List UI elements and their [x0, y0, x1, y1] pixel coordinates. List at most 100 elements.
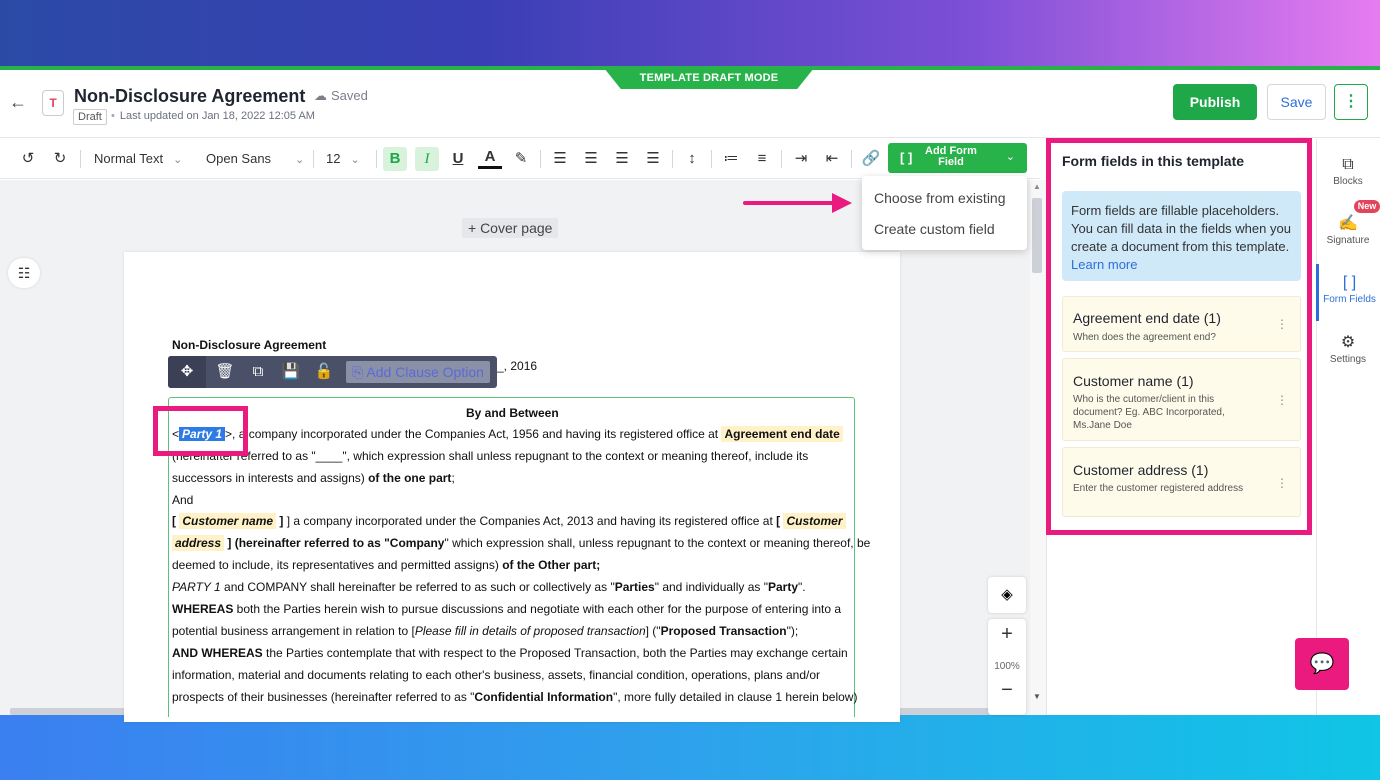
trash-icon[interactable]: 🗑: [214, 362, 236, 382]
rail-item-form-fields[interactable]: [ ] Form Fields: [1316, 264, 1380, 321]
by-and-between-heading: By and Between: [466, 406, 559, 420]
bottom-decorative-band: [0, 715, 1380, 780]
zoom-out-icon[interactable]: −: [988, 679, 1026, 702]
font-size-select[interactable]: 12 ⌄: [326, 147, 360, 171]
unlock-icon[interactable]: 🔓: [313, 362, 335, 382]
text-segment: ", more fully detailed in clause 1 herei…: [613, 690, 858, 704]
rail-item-blocks[interactable]: ⧉ Blocks: [1316, 156, 1380, 187]
text-segment: Proposed Transaction: [660, 624, 787, 638]
customer-name-field-chip[interactable]: Customer name: [179, 513, 277, 529]
back-arrow-icon[interactable]: ←: [8, 92, 28, 112]
text-segment: ;: [451, 471, 455, 485]
more-options-icon[interactable]: ⋮: [1334, 84, 1368, 120]
chat-support-icon[interactable]: 💬: [1295, 638, 1349, 690]
add-form-field-button[interactable]: [ ] Add Form Field ⌄: [888, 143, 1027, 173]
indent-decrease-icon[interactable]: ⇤: [820, 147, 844, 171]
underline-icon[interactable]: U: [446, 147, 470, 171]
template-doc-icon: T: [42, 90, 64, 116]
brackets-icon: [ ]: [900, 150, 913, 165]
text-segment: Parties: [614, 580, 655, 594]
document-heading: Non-Disclosure Agreement: [172, 338, 327, 352]
doc-line: (hereinafter referred to as "____", whic…: [172, 449, 809, 463]
numbered-list-icon[interactable]: ≡: [750, 147, 774, 171]
paint-format-icon[interactable]: ◈: [988, 577, 1026, 613]
redo-icon[interactable]: ↻: [48, 147, 72, 171]
menu-item-create-custom[interactable]: Create custom field: [874, 221, 995, 237]
cloud-check-icon: ☁: [314, 88, 327, 103]
font-family-value: Open Sans: [206, 151, 272, 166]
zoom-box: + 100% −: [988, 619, 1026, 715]
annotation-arrow-head: [832, 193, 852, 213]
text-segment: ] (hereinafter referred to as ": [224, 536, 390, 550]
text-segment: Confidential Information: [474, 690, 614, 704]
zoom-in-icon[interactable]: +: [988, 623, 1026, 646]
text-segment: deemed to include, its representatives a…: [172, 558, 503, 572]
document-title[interactable]: Non-Disclosure Agreement: [74, 86, 305, 107]
toolbar-divider: [376, 150, 377, 168]
text-segment: prospects of their businesses (hereinaft…: [172, 690, 475, 704]
duplicate-icon[interactable]: ⧉: [247, 362, 269, 382]
doc-line: prospects of their businesses (hereinaft…: [172, 690, 857, 704]
menu-item-choose-existing[interactable]: Choose from existing: [874, 190, 1006, 206]
party-field-highlight: [153, 406, 248, 456]
doc-line: potential business arrangement in relati…: [172, 624, 798, 638]
rail-label: Form Fields: [1323, 294, 1376, 305]
toolbar-divider: [540, 150, 541, 168]
scroll-up-icon[interactable]: ▲: [1033, 182, 1041, 191]
bullet-list-icon[interactable]: ≔: [719, 147, 743, 171]
new-badge: New: [1354, 200, 1380, 213]
customer-address-field-chip[interactable]: address: [172, 535, 225, 551]
rail-item-signature[interactable]: ✍ Signature: [1316, 215, 1380, 246]
align-right-icon[interactable]: ☰: [610, 147, 634, 171]
font-family-select[interactable]: Open Sans ⌄: [206, 147, 304, 171]
top-decorative-band: [0, 0, 1380, 66]
chevron-down-icon: ⌄: [295, 154, 305, 166]
save-clause-icon[interactable]: 💾: [280, 362, 302, 382]
template-draft-mode-badge: TEMPLATE DRAFT MODE: [604, 68, 814, 89]
save-button[interactable]: Save: [1267, 84, 1326, 120]
publish-button[interactable]: Publish: [1173, 84, 1257, 120]
text-segment: and COMPANY shall hereinafter be referre…: [220, 580, 615, 594]
align-justify-icon[interactable]: ☰: [641, 147, 665, 171]
dot-separator: •: [111, 110, 115, 122]
text-style-select[interactable]: Normal Text ⌄: [94, 147, 182, 171]
toolbar-divider: [851, 150, 852, 168]
text-segment: ");: [786, 624, 799, 638]
scrollbar-thumb[interactable]: [1032, 198, 1042, 273]
text-segment: of the one part: [368, 471, 452, 485]
toolbar-divider: [672, 150, 673, 168]
add-form-field-label: Add Form Field: [925, 145, 977, 168]
highlighter-icon[interactable]: ✎: [509, 147, 533, 171]
text-segment: of the Other part;: [502, 558, 601, 572]
align-center-icon[interactable]: ☰: [579, 147, 603, 171]
undo-icon[interactable]: ↺: [16, 147, 40, 171]
add-clause-option-label: Add Clause Option: [366, 364, 484, 380]
font-size-value: 12: [326, 151, 341, 166]
text-segment: ] a company incorporated under the Compa…: [283, 514, 777, 528]
toolbar-divider: [80, 150, 81, 168]
italic-icon[interactable]: I: [415, 147, 439, 171]
move-icon[interactable]: ✥: [168, 356, 206, 388]
text-segment: " which expression shall, unless repugna…: [444, 536, 871, 550]
text-color-icon[interactable]: A: [478, 147, 502, 169]
line-spacing-icon[interactable]: ↕: [680, 147, 704, 171]
text-segment: both the Parties herein wish to pursue d…: [233, 602, 842, 616]
outline-list-icon[interactable]: ☷: [8, 258, 40, 288]
bold-icon[interactable]: B: [383, 147, 407, 171]
indent-increase-icon[interactable]: ⇥: [789, 147, 813, 171]
text-segment: ".: [798, 580, 806, 594]
clause-toolbar: ✥ 🗑 ⧉ 💾 🔓 ⎘ Add Clause Option: [168, 356, 497, 388]
rail-item-settings[interactable]: ⚙ Settings: [1316, 334, 1380, 365]
last-updated: • Last updated on Jan 18, 2022 12:05 AM: [111, 109, 315, 123]
puzzle-icon: ⧉: [1342, 156, 1354, 173]
draft-badge: Draft: [73, 109, 107, 125]
vertical-scrollbar[interactable]: ▲ ▼: [1030, 180, 1046, 715]
add-clause-option-button[interactable]: ⎘ Add Clause Option: [346, 361, 490, 383]
link-icon[interactable]: 🔗: [859, 147, 883, 171]
agreement-end-date-field-chip[interactable]: Agreement end date: [721, 426, 843, 442]
scroll-down-icon[interactable]: ▼: [1033, 692, 1041, 701]
add-cover-page-button[interactable]: + Cover page: [462, 218, 559, 238]
align-left-icon[interactable]: ☰: [548, 147, 572, 171]
chevron-down-icon: ⌄: [173, 154, 183, 166]
customer-address-field-chip[interactable]: Customer: [783, 513, 846, 529]
